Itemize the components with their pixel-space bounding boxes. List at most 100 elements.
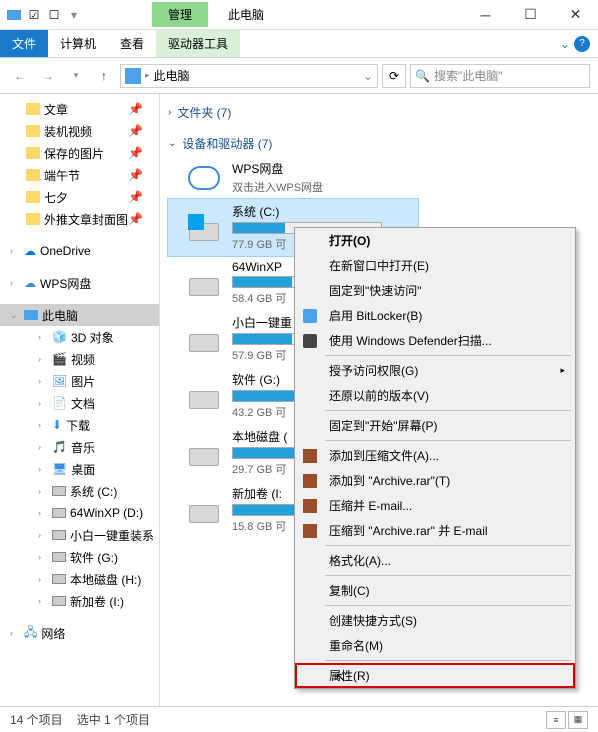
folder-icon [26,103,40,115]
breadcrumb-arrow-icon[interactable]: ▸ [145,70,150,81]
group-devices[interactable]: ⌄设备和驱动器 (7) [168,131,598,156]
drive-icon [52,530,66,540]
tree-library-item[interactable]: ›⬇下载 [0,414,159,436]
tree-quick-item[interactable]: 文章📌 [0,98,159,120]
tree-thispc[interactable]: ⌄此电脑 [0,304,159,326]
ctx-bitlocker[interactable]: 启用 BitLocker(B) [295,303,575,328]
tab-view[interactable]: 查看 [108,30,156,57]
wps-drive-item[interactable]: WPS网盘双击进入WPS网盘 [168,156,418,199]
separator [325,605,571,606]
tree-quick-item[interactable]: 端午节📌 [0,164,159,186]
drive-icon [186,436,222,470]
ctx-compress-rar-email[interactable]: 压缩到 "Archive.rar" 并 E-mail [295,518,575,543]
tree-library-item[interactable]: ›📄文档 [0,392,159,414]
library-icon: 🧊 [52,330,67,344]
back-button[interactable]: ← [8,64,32,88]
ctx-open[interactable]: 打开(O) [295,228,575,253]
tree-network[interactable]: ›🖧网络 [0,622,159,644]
drive-icon [186,266,222,300]
ctx-compress-email[interactable]: 压缩并 E-mail... [295,493,575,518]
checkbox-checked-icon[interactable]: ☑ [26,7,42,23]
navigation-tree: 文章📌装机视频📌保存的图片📌端午节📌七夕📌外推文章封面图📌 ›☁OneDrive… [0,94,160,706]
separator [325,410,571,411]
drive-icon [52,574,66,584]
network-icon: 🖧 [24,623,37,644]
tree-library-item[interactable]: ›🖥桌面 [0,458,159,480]
rar-icon [303,474,317,488]
help-icon[interactable]: ? [574,36,590,52]
tab-computer[interactable]: 计算机 [48,30,108,57]
tree-drive-item[interactable]: ›64WinXP (D:) [0,502,159,524]
minimize-button[interactable]: ─ [463,0,508,30]
pin-icon: 📌 [128,212,143,226]
tree-quick-item[interactable]: 七夕📌 [0,186,159,208]
folder-icon [26,125,40,137]
address-dropdown-icon[interactable]: ⌄ [363,69,373,83]
rar-icon [303,499,317,513]
ctx-format[interactable]: 格式化(A)... [295,548,575,573]
tree-drive-item[interactable]: ›软件 (G:) [0,546,159,568]
separator [325,440,571,441]
pc-icon [125,68,141,84]
tree-label: 音乐 [71,439,95,456]
ctx-defender[interactable]: 使用 Windows Defender扫描... [295,328,575,353]
breadcrumb[interactable]: 此电脑 [154,67,190,84]
separator [325,355,571,356]
ctx-open-new[interactable]: 在新窗口中打开(E) [295,253,575,278]
tree-library-item[interactable]: ›🧊3D 对象 [0,326,159,348]
drive-icon [52,552,66,562]
recent-dropdown-icon[interactable]: ▾ [64,64,88,88]
tab-file[interactable]: 文件 [0,30,48,57]
qat-dropdown-icon[interactable]: ▾ [66,7,82,23]
tree-library-item[interactable]: ›🎵音乐 [0,436,159,458]
tree-label: 系统 (C:) [70,483,117,500]
tree-drive-item[interactable]: ›小白一键重装系 [0,524,159,546]
details-view-button[interactable]: ≡ [546,711,566,729]
forward-button[interactable]: → [36,64,60,88]
tree-label: 软件 (G:) [70,549,118,566]
submenu-arrow-icon: ▸ [560,365,565,376]
pin-icon: 📌 [128,190,143,204]
rar-icon [303,524,317,538]
ctx-properties[interactable]: 属性(R) [295,663,575,688]
address-bar[interactable]: ▸ 此电脑 ⌄ [120,64,378,88]
up-button[interactable]: ↑ [92,64,116,88]
tree-drive-item[interactable]: ›新加卷 (I:) [0,590,159,612]
ctx-add-archive[interactable]: 添加到压缩文件(A)... [295,443,575,468]
library-icon: ⬇ [52,418,62,432]
tiles-view-button[interactable]: ▦ [568,711,588,729]
ribbon-expand-icon[interactable]: ⌄ [560,37,570,51]
library-icon: 🎵 [52,440,67,454]
tree-label: 64WinXP (D:) [70,506,143,520]
tree-drive-item[interactable]: ›系统 (C:) [0,480,159,502]
checkbox-icon[interactable]: ☐ [46,7,62,23]
close-button[interactable]: ✕ [553,0,598,30]
ctx-copy[interactable]: 复制(C) [295,578,575,603]
tree-quick-item[interactable]: 外推文章封面图📌 [0,208,159,230]
ctx-shortcut[interactable]: 创建快捷方式(S) [295,608,575,633]
tree-label: 小白一键重装系 [70,527,154,544]
tree-library-item[interactable]: ›🎬视频 [0,348,159,370]
pin-icon: 📌 [128,102,143,116]
ctx-grant-access[interactable]: 授予访问权限(G)▸ [295,358,575,383]
refresh-button[interactable]: ⟳ [382,64,406,88]
tree-library-item[interactable]: ›🖼图片 [0,370,159,392]
ctx-restore[interactable]: 还原以前的版本(V) [295,383,575,408]
ctx-add-rar[interactable]: 添加到 "Archive.rar"(T) [295,468,575,493]
tree-drive-item[interactable]: ›本地磁盘 (H:) [0,568,159,590]
group-folders[interactable]: ›文件夹 (7) [168,100,598,125]
tree-wps[interactable]: ›☁WPS网盘 [0,272,159,294]
ctx-pin-start[interactable]: 固定到"开始"屏幕(P) [295,413,575,438]
cloud-icon [186,161,222,195]
ctx-pin-quick[interactable]: 固定到"快速访问" [295,278,575,303]
tree-onedrive[interactable]: ›☁OneDrive [0,240,159,262]
tree-quick-item[interactable]: 保存的图片📌 [0,142,159,164]
tree-quick-item[interactable]: 装机视频📌 [0,120,159,142]
tab-driver-tools[interactable]: 驱动器工具 [156,30,240,57]
folder-icon [26,213,40,225]
window-title: 此电脑 [228,6,264,23]
ctx-rename[interactable]: 重命名(M) [295,633,575,658]
maximize-button[interactable]: ☐ [508,0,553,30]
search-input[interactable]: 🔍 搜索"此电脑" [410,64,590,88]
separator [325,545,571,546]
